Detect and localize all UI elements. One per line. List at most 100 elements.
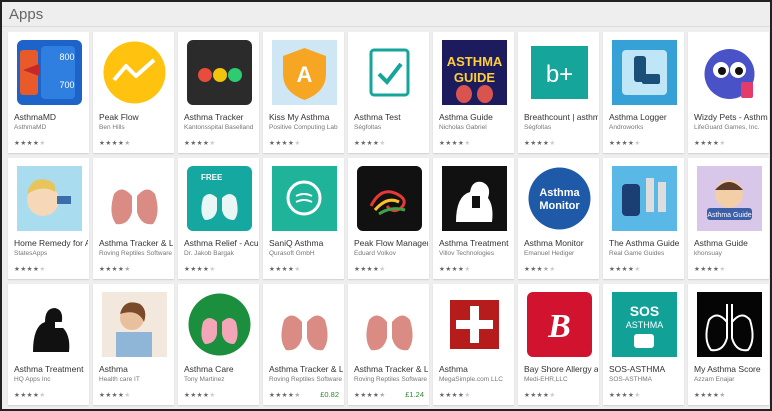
traffic-dots-icon[interactable] [187,40,252,105]
app-developer[interactable]: SOS-ASTHMA [609,376,683,383]
app-title[interactable]: Asthma Treatment [14,364,88,374]
app-title[interactable]: Asthma Tracker [184,112,258,122]
app-title[interactable]: Asthma Treatment [439,238,513,248]
app-card[interactable]: Asthma Guide Asthma Guide khonsuay ★★★★★ [688,158,769,279]
asthmamd-gauge-icon[interactable]: 800 700 [17,40,82,105]
app-developer[interactable]: Kantonsspital Baselland [184,124,258,131]
app-title[interactable]: Kiss My Asthma [269,112,343,122]
app-title[interactable]: Asthma Monitor [524,238,598,248]
app-developer[interactable]: Ségfoltas [524,124,598,131]
app-card[interactable]: Peak Flow Manager Eduard Volkov ★★★★★ [348,158,429,279]
silhouette-inhaler-2-icon[interactable] [17,292,82,357]
app-developer[interactable]: Medi-EHR,LLC [524,376,598,383]
app-card[interactable]: Peak Flow Ben Hills ★★★★★ [93,32,174,153]
app-title[interactable]: Asthma Logger [609,112,683,122]
app-price[interactable]: £1.24 [405,390,424,399]
medical-cross-icon[interactable] [442,292,507,357]
app-title[interactable]: Asthma Tracker & Log [99,238,173,248]
app-developer[interactable]: Positive Computing Lab [269,124,343,131]
swirl-icon[interactable] [357,166,422,231]
app-title[interactable]: Asthma Tracker & Log [354,364,428,374]
coughing-woman-icon[interactable] [102,292,167,357]
app-card[interactable]: b+ Breathcount | asthma Ségfoltas ★★★★★ [518,32,599,153]
inhaler-devices-icon[interactable] [612,166,677,231]
app-card[interactable]: Asthma Tracker Kantonsspital Baselland ★★★… [178,32,259,153]
app-title[interactable]: The Asthma Guide [609,238,683,248]
app-developer[interactable]: Roving Reptiles Software [354,376,428,383]
app-card[interactable]: SaniQ Asthma Qurasoft GmbH ★★★★★ [263,158,344,279]
app-title[interactable]: Peak Flow Manager [354,238,428,248]
app-card[interactable]: My Asthma Score Azzam Enajar ★★★★★ [688,284,769,405]
app-card[interactable]: Asthma MegaSimple.com LLC ★★★★★ [433,284,514,405]
app-title[interactable]: Asthma Tracker & Log [269,364,343,374]
app-developer[interactable]: Villov Technologies [439,250,513,257]
shield-a-icon[interactable]: A [272,40,337,105]
app-card[interactable]: Asthma Tracker & Log Roving Reptiles Soft… [93,158,174,279]
app-developer[interactable]: Ségfoltas [354,124,428,131]
app-card[interactable]: Asthma Care Tony Martinez ★★★★★ [178,284,259,405]
app-card[interactable]: Asthma Treatment Villov Technologies ★★★★★ [433,158,514,279]
app-developer[interactable]: Emanuel Hediger [524,250,598,257]
app-developer[interactable]: HQ Apps Inc [14,376,88,383]
app-developer[interactable]: StatesApps [14,250,88,257]
sos-asthma-icon[interactable]: SOS ASTHMA [612,292,677,357]
asthma-guide-book-icon[interactable]: ASTHMA GUIDE [442,40,507,105]
app-title[interactable]: SOS-ASTHMA [609,364,683,374]
free-lungs-icon[interactable]: FREE [187,166,252,231]
app-developer[interactable]: Nicholas Gabriel [439,124,513,131]
app-card[interactable]: B Bay Shore Allergy and Asthma Medi-EHR,LL… [518,284,599,405]
app-title[interactable]: Asthma Relief - Acupressure [184,238,258,248]
app-title[interactable]: Asthma Test [354,112,428,122]
app-title[interactable]: Home Remedy for Asthma [14,238,88,248]
app-developer[interactable]: MegaSimple.com LLC [439,376,513,383]
app-card[interactable]: Asthma Tracker & Log Roving Reptiles Soft… [263,284,344,405]
app-developer[interactable]: Eduard Volkov [354,250,428,257]
silhouette-inhaler-icon[interactable] [442,166,507,231]
app-developer[interactable]: Azzam Enajar [694,376,768,383]
app-title[interactable]: Asthma Guide [439,112,513,122]
app-title[interactable]: Asthma [99,364,173,374]
app-title[interactable]: Asthma Care [184,364,258,374]
wizdy-pet-icon[interactable] [697,40,762,105]
inhaler-blue-icon[interactable] [612,40,677,105]
b-plus-icon[interactable]: b+ [527,40,592,105]
app-card[interactable]: ASTHMA GUIDE Asthma Guide Nicholas Gabrie… [433,32,514,153]
app-developer[interactable]: Roving Reptiles Software [269,376,343,383]
girl-inhaler-icon[interactable] [17,166,82,231]
app-card[interactable]: Asthma Tracker & Log Roving Reptiles Soft… [348,284,429,405]
cartoon-boy-icon[interactable]: Asthma Guide [697,166,762,231]
peak-flow-line-chart-icon[interactable] [102,40,167,105]
app-developer[interactable]: Androworks [609,124,683,131]
app-developer[interactable]: Qurasoft GmbH [269,250,343,257]
app-title[interactable]: Bay Shore Allergy and Asthma [524,364,598,374]
app-card[interactable]: The Asthma Guide Real Game Guides ★★★★★ [603,158,684,279]
app-developer[interactable]: Real Game Guides [609,250,683,257]
outline-lungs-icon[interactable] [697,292,762,357]
app-card[interactable]: FREE Asthma Relief - Acupressure Dr. Jakob… [178,158,259,279]
app-developer[interactable]: LifeGuard Games, Inc. [694,124,768,131]
app-card[interactable]: Wizdy Pets - Asthma LifeGuard Games, Inc.… [688,32,769,153]
app-card[interactable]: SOS ASTHMA SOS-ASTHMA SOS-ASTHMA ★★★★★ [603,284,684,405]
app-title[interactable]: AsthmaMD [14,112,88,122]
app-developer[interactable]: AsthmaMD [14,124,88,131]
app-developer[interactable]: Roving Reptiles Software [99,250,173,257]
app-card[interactable]: Asthma Monitor Asthma Monitor Emanuel Hedi… [518,158,599,279]
app-card[interactable]: 800 700 AsthmaMD AsthmaMD ★★★★★ [8,32,89,153]
app-card[interactable]: Asthma Health care IT ★★★★★ [93,284,174,405]
app-title[interactable]: SaniQ Asthma [269,238,343,248]
letter-b-icon[interactable]: B [527,292,592,357]
app-title[interactable]: Peak Flow [99,112,173,122]
app-title[interactable]: Wizdy Pets - Asthma [694,112,768,122]
asthma-monitor-text-icon[interactable]: Asthma Monitor [527,166,592,231]
clipboard-check-icon[interactable] [357,40,422,105]
app-developer[interactable]: Tony Martinez [184,376,258,383]
lungs-icon[interactable] [102,166,167,231]
app-developer[interactable]: Health care IT [99,376,173,383]
app-card[interactable]: Asthma Test Ségfoltas ★★★★★ [348,32,429,153]
app-card[interactable]: Asthma Treatment HQ Apps Inc ★★★★★ [8,284,89,405]
saniq-breath-icon[interactable] [272,166,337,231]
app-title[interactable]: Asthma [439,364,513,374]
app-title[interactable]: My Asthma Score [694,364,768,374]
app-developer[interactable]: Ben Hills [99,124,173,131]
app-card[interactable]: Asthma Logger Androworks ★★★★★ [603,32,684,153]
